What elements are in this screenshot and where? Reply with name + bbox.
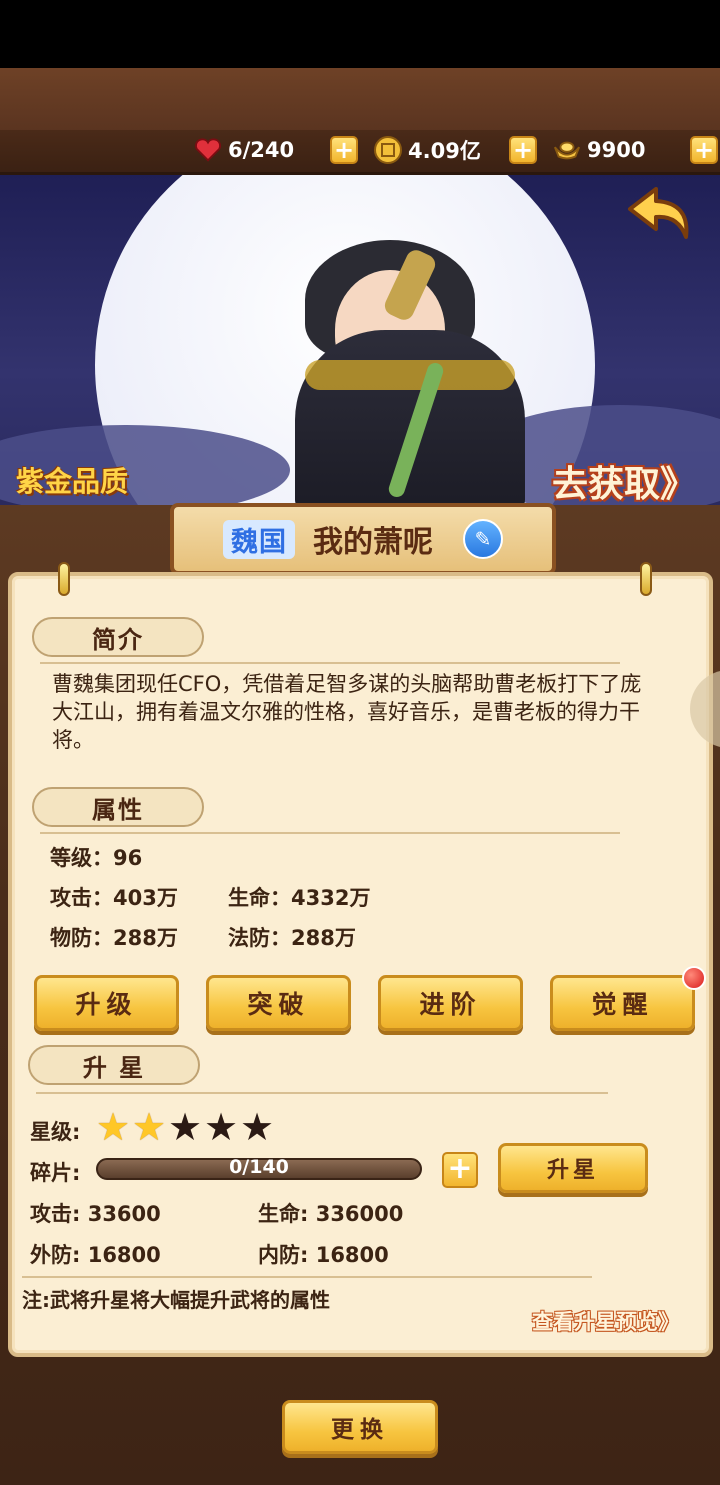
gold-value: 4.09亿 (408, 139, 481, 163)
star-empty-icon: ★ (240, 1105, 275, 1149)
scroll-pin (640, 562, 652, 596)
star-up-note: 注:武将升星将大幅提升武将的属性 (22, 1288, 330, 1312)
back-arrow-icon[interactable] (626, 185, 696, 243)
fragment-progress-text: 0/140 (229, 1156, 289, 1178)
star-filled-icon: ★ (96, 1105, 131, 1149)
fragment-label: 碎片: (30, 1161, 81, 1185)
swap-hero-button[interactable]: 更换 (282, 1400, 438, 1454)
awaken-button[interactable]: 觉醒 (550, 975, 695, 1031)
attack-stat: 攻击：403万 (50, 886, 178, 910)
scroll-pin (58, 562, 70, 596)
star-hp-stat: 生命: 336000 (258, 1202, 404, 1226)
divider (40, 662, 620, 664)
divider (36, 1092, 608, 1094)
ingot-resource: 9900 (553, 132, 645, 168)
star-preview-link[interactable]: 查看升星预览》 (532, 1306, 679, 1336)
gold-resource: 4.09亿 (374, 132, 481, 168)
add-gold-button[interactable]: + (509, 136, 537, 164)
star-outer-defense-stat: 外防: 16800 (30, 1243, 161, 1267)
status-area (0, 0, 720, 68)
star-level-label: 星级: (30, 1120, 81, 1144)
attributes-section-title: 属性 (32, 787, 204, 827)
magic-defense-stat: 法防：288万 (228, 926, 356, 950)
hp-stat: 生命：4332万 (228, 886, 371, 910)
kingdom-badge: 魏国 (223, 519, 295, 559)
hero-portrait-trim (305, 360, 515, 390)
star-empty-icon: ★ (168, 1105, 203, 1149)
gold-ingot-icon (553, 136, 581, 164)
star-attack-stat: 攻击: 33600 (30, 1202, 161, 1226)
top-wood-frame (0, 68, 720, 132)
coin-icon (374, 136, 402, 164)
upgrade-button[interactable]: 升级 (34, 975, 179, 1031)
star-empty-icon: ★ (204, 1105, 239, 1149)
breakthrough-button[interactable]: 突破 (206, 975, 351, 1031)
level-stat: 等级：96 (50, 846, 143, 870)
edit-pencil-icon[interactable]: ✎ (463, 519, 503, 559)
hero-intro-text: 曹魏集团现任CFO，凭借着足智多谋的头脑帮助曹老板打下了庞大江山，拥有着温文尔雅… (52, 672, 642, 752)
notification-dot (682, 966, 706, 990)
star-up-section-title: 升 星 (28, 1045, 200, 1085)
obtain-link[interactable]: 去获取》 (552, 455, 696, 507)
star-inner-defense-stat: 内防: 16800 (258, 1243, 389, 1267)
add-stamina-button[interactable]: + (330, 136, 358, 164)
heart-stamina-icon (194, 136, 222, 164)
add-ingot-button[interactable]: + (690, 136, 718, 164)
divider (22, 1276, 592, 1278)
star-rating: ★ ★ ★ ★ ★ (96, 1108, 276, 1146)
physical-defense-stat: 物防：288万 (50, 926, 178, 950)
star-filled-icon: ★ (132, 1105, 167, 1149)
hero-name-plate: 魏国 我的萧呢 ✎ (170, 503, 556, 575)
add-fragment-button[interactable]: + (442, 1152, 478, 1188)
hero-name: 我的萧呢 (313, 525, 433, 560)
advance-button[interactable]: 进阶 (378, 975, 523, 1031)
stamina-value: 6/240 (228, 138, 295, 162)
quality-label: 紫金品质 (16, 465, 129, 498)
intro-section-title: 简介 (32, 617, 204, 657)
star-up-button[interactable]: 升星 (498, 1143, 648, 1193)
ingot-value: 9900 (587, 138, 646, 162)
stamina-resource: 6/240 (194, 132, 294, 168)
divider (40, 832, 620, 834)
